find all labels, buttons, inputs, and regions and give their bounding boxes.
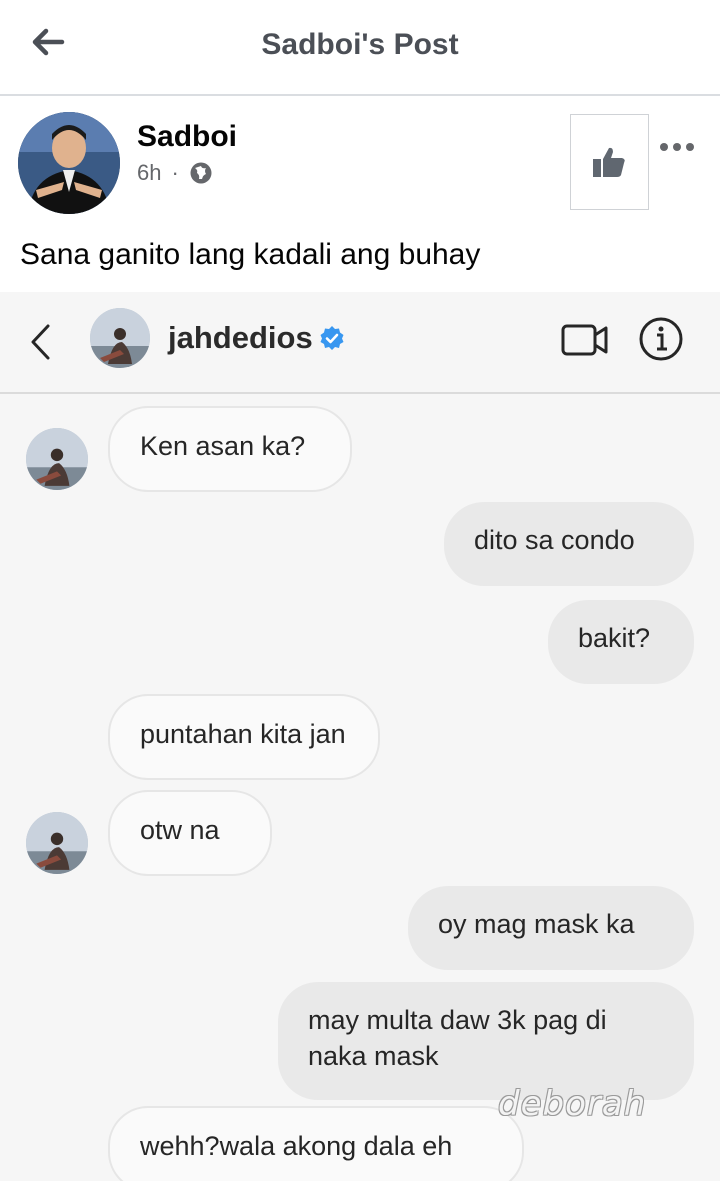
message-avatar (26, 428, 88, 490)
embedded-screenshot: jahdedios Ken asan ka? dito sa condo bak… (0, 292, 720, 1181)
dm-username-text: jahdedios (168, 320, 313, 355)
message-bubble: wehh?wala akong dala eh (108, 1106, 524, 1181)
thumbs-up-icon (593, 147, 625, 177)
more-options-icon[interactable] (660, 138, 700, 151)
globe-icon (190, 162, 212, 184)
watermark: deborah (498, 1084, 647, 1124)
dm-avatar (90, 308, 150, 368)
post-time: 6h (137, 160, 162, 185)
like-button[interactable] (570, 114, 649, 210)
dm-username: jahdedios (168, 320, 345, 356)
message-bubble: may multa daw 3k pag di naka mask (278, 982, 694, 1100)
top-bar: Sadboi's Post (0, 0, 720, 96)
message-bubble: Ken asan ka? (108, 406, 352, 492)
author-name[interactable]: Sadboi (137, 120, 237, 154)
author-avatar[interactable] (18, 112, 120, 214)
message-bubble: bakit? (548, 600, 694, 684)
message-bubble: otw na (108, 790, 272, 876)
message-bubble: dito sa condo (444, 502, 694, 586)
chevron-left-icon (31, 324, 50, 360)
post-text: Sana ganito lang kadali ang buhay (20, 238, 481, 271)
meta-separator: · (171, 160, 179, 185)
message-bubble: puntahan kita jan (108, 694, 380, 780)
info-icon (639, 317, 683, 361)
post-meta: 6h · (137, 160, 213, 186)
page-title: Sadboi's Post (261, 28, 459, 61)
message-thread: Ken asan ka? dito sa condo bakit? puntah… (0, 394, 720, 1181)
message-bubble: oy mag mask ka (408, 886, 694, 970)
video-call-icon (561, 324, 608, 356)
dm-header: jahdedios (0, 292, 720, 394)
message-avatar (26, 812, 88, 874)
post-header: Sadboi 6h · (0, 96, 720, 226)
verified-badge-icon (320, 326, 344, 350)
